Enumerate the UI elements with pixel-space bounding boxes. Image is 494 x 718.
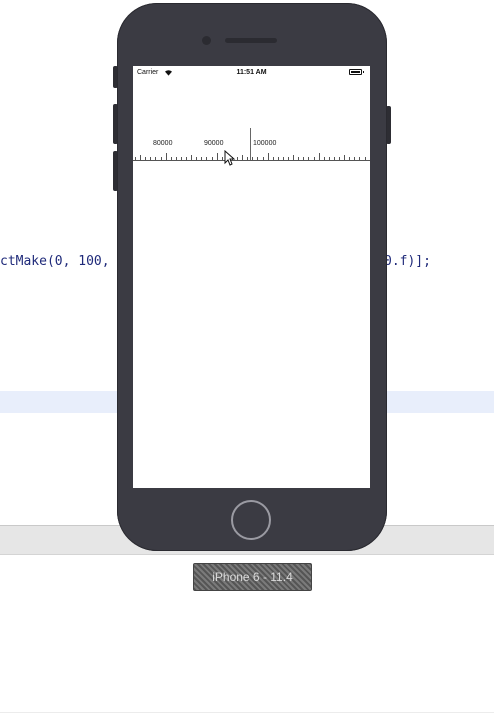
simulator-screen[interactable]: Carrier 11:51 AM 80000 90000 100000	[133, 66, 370, 488]
ruler-tick	[293, 155, 295, 160]
ruler-tick	[196, 157, 198, 160]
status-bar: Carrier 11:51 AM	[133, 66, 370, 80]
ruler-tick	[333, 157, 335, 160]
ruler-label-100000: 100000	[253, 140, 277, 147]
ruler-tick	[242, 155, 244, 160]
ruler-tick	[155, 157, 157, 160]
ruler-tick	[359, 157, 361, 160]
ruler-tick	[303, 157, 305, 160]
ruler-major-tick	[318, 153, 320, 160]
ruler-tick	[175, 157, 177, 160]
ruler-label-80000: 80000	[153, 140, 173, 147]
ruler-tick	[252, 157, 254, 160]
ruler-tick	[206, 157, 208, 160]
ruler-tick	[180, 157, 182, 160]
ruler-tick	[313, 157, 315, 160]
ruler-tick	[354, 157, 356, 160]
ruler-tick	[349, 157, 351, 160]
ruler-baseline	[133, 160, 370, 161]
ruler-tick	[339, 157, 340, 160]
ruler-tick	[262, 157, 264, 160]
ruler-tick	[221, 157, 223, 160]
ruler-tick	[308, 157, 310, 160]
code-text-left: ctMake(0, 100,	[0, 254, 110, 269]
ruler-tick	[201, 157, 203, 160]
ruler-major-tick	[216, 153, 218, 160]
ruler-tick	[257, 157, 259, 160]
ruler-tick	[191, 155, 193, 160]
code-text-right: 0.f)];	[384, 254, 431, 269]
ruler-tick	[288, 157, 289, 160]
ruler-tick	[364, 157, 366, 160]
ruler-scale[interactable]: 80000 90000 100000	[133, 128, 370, 168]
ruler-tick	[323, 157, 325, 160]
ruler-tick	[282, 157, 284, 160]
ruler-tick	[247, 157, 249, 160]
cursor-icon	[224, 150, 236, 166]
ruler-tick	[344, 155, 346, 160]
ruler-major-tick	[165, 153, 167, 160]
ruler-tick	[160, 157, 162, 160]
ruler-tick	[170, 157, 172, 160]
ruler-major-tick	[267, 153, 269, 160]
divider	[0, 712, 494, 713]
ruler-tick	[298, 157, 300, 160]
front-camera	[202, 36, 211, 45]
home-button[interactable]	[231, 500, 271, 540]
simulator-device-label: iPhone 6 - 11.4	[193, 563, 312, 591]
ruler-indicator	[250, 128, 251, 161]
ruler-tick	[237, 157, 238, 160]
ruler-tick	[135, 157, 136, 160]
battery-icon	[349, 69, 364, 75]
ruler-tick	[150, 157, 152, 160]
ruler-tick	[186, 157, 187, 160]
ruler-tick	[145, 157, 147, 160]
status-time: 11:51 AM	[236, 69, 267, 76]
ruler-tick	[140, 155, 142, 160]
ruler-tick	[272, 157, 274, 160]
ruler-tick	[328, 157, 330, 160]
ruler-tick	[211, 157, 213, 160]
ruler-tick	[277, 157, 279, 160]
ruler-label-90000: 90000	[204, 140, 224, 147]
earpiece-speaker	[225, 38, 277, 43]
